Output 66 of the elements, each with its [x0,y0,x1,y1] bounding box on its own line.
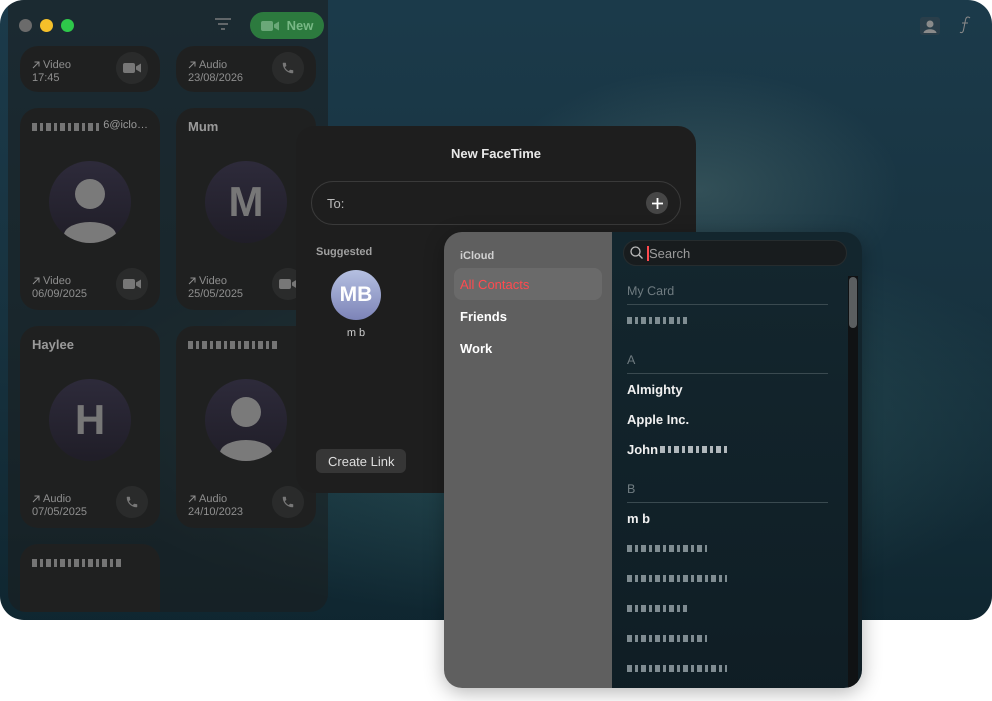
popover-title: New FaceTime [450,146,542,161]
section-header: A [627,353,828,374]
outgoing-arrow-icon [188,495,196,503]
create-link-button[interactable]: Create Link [316,449,406,473]
filter-icon[interactable] [215,18,231,30]
call-type: Video [199,275,227,287]
audio-call-button[interactable] [116,486,148,518]
suggested-name: m b [346,327,366,339]
call-date: 24/10/2023 [188,506,244,518]
outgoing-arrow-icon [32,277,40,285]
contact-name: Haylee [32,337,74,353]
scrollbar-thumb[interactable] [849,277,857,328]
call-date: 23/08/2026 [188,72,244,84]
audio-call-button[interactable] [272,486,304,518]
recent-call-card[interactable]: 6@iclo… Video 06/09/2025 [20,108,160,310]
video-camera-icon [123,62,141,74]
text-cursor [647,246,649,261]
group-item[interactable]: Friends [454,300,602,332]
outgoing-arrow-icon [32,495,40,503]
person-icon[interactable] [920,17,940,35]
call-type: Video [43,59,71,71]
section-header: My Card [627,284,828,305]
close-button[interactable] [19,19,32,32]
video-call-button[interactable] [116,268,148,300]
group-item[interactable]: Work [454,332,602,364]
recent-call-card[interactable]: Haylee H Audio 07/05/2025 [20,326,160,528]
outgoing-arrow-icon [32,61,40,69]
zoom-button[interactable] [61,19,74,32]
call-date: 06/09/2025 [32,288,88,300]
audio-call-button[interactable] [272,52,304,84]
video-call-button[interactable] [116,52,148,84]
contact-name[interactable]: Apple Inc. [627,412,690,426]
video-camera-icon [260,20,279,32]
contact-name: Mum [188,119,218,135]
script-f-icon[interactable] [959,16,971,34]
call-date: 25/05/2025 [188,288,244,300]
call-type: Audio [199,59,228,71]
minimize-button[interactable] [40,19,53,32]
phone-icon [125,495,139,509]
call-type: Audio [43,493,72,505]
call-date: 17:45 [32,72,61,84]
plus-icon [652,198,662,208]
recent-call-card[interactable]: Video 17:45 [20,46,160,92]
search-field[interactable]: Search [623,240,847,266]
phone-icon [281,61,295,75]
contact-name[interactable]: Almighty [627,382,683,396]
search-icon [630,246,643,259]
initial-avatar: H [49,378,131,460]
outgoing-arrow-icon [188,277,196,285]
phone-icon [281,495,295,509]
call-type: Video [43,275,71,287]
outgoing-arrow-icon [188,61,196,69]
recent-call-card[interactable]: Audio 23/08/2026 [176,46,316,92]
section-label: Suggested [316,246,372,258]
contact-name: 6@iclo… [103,119,148,133]
contact-name[interactable]: John [627,442,658,456]
call-type: Audio [199,493,228,505]
recipient-field[interactable]: To: [311,181,681,225]
video-camera-icon [279,278,297,290]
account-header: iCloud [460,250,496,262]
call-date: 07/05/2025 [32,506,88,518]
add-contact-button[interactable] [646,192,668,214]
contact-name[interactable]: m b [627,510,650,526]
video-camera-icon [123,278,141,290]
section-header: B [627,482,828,503]
initial-avatar: M [205,160,287,242]
